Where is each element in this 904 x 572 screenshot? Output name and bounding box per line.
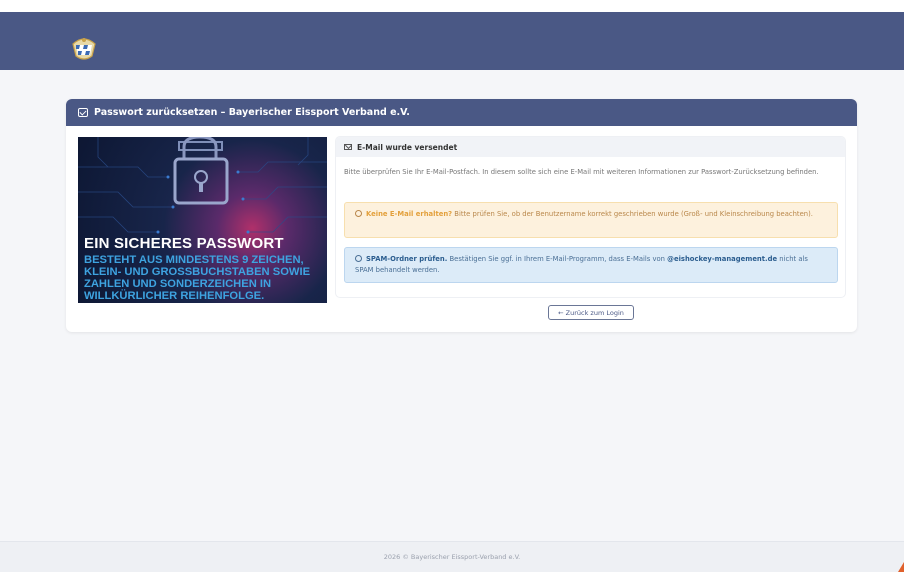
panel-title: E-Mail wurde versendet xyxy=(357,142,458,152)
panel-body-text: Bitte überprüfen Sie Ihr E-Mail-Postfach… xyxy=(344,168,819,176)
banner-subtitle: BESTEHT AUS MINDESTENS 9 ZEICHEN, KLEIN-… xyxy=(84,254,311,302)
back-to-login-button[interactable]: ← Zurück zum Login xyxy=(548,305,634,320)
warning-bold: Keine E-Mail erhalten? xyxy=(366,210,453,218)
envelope-icon xyxy=(78,108,88,117)
bavarian-crest-logo[interactable] xyxy=(70,34,98,62)
corner-marker xyxy=(898,562,904,572)
info-text-1: Bestätigen Sie ggf. in Ihrem E-Mail-Prog… xyxy=(449,255,665,263)
card-title: Passwort zurücksetzen – Bayerischer Eiss… xyxy=(94,107,410,118)
footer: 2026 © Bayerischer Eissport-Verband e.V. xyxy=(0,541,904,572)
info-domain: @eishockey-management.de xyxy=(667,255,778,263)
info-circle-icon xyxy=(355,255,362,262)
warning-alert: Keine E-Mail erhalten? Bitte prüfen Sie,… xyxy=(344,202,838,238)
mail-icon xyxy=(344,144,352,150)
card-header: Passwort zurücksetzen – Bayerischer Eiss… xyxy=(66,99,857,126)
password-tips-banner: EIN SICHERES PASSWORT BESTEHT AUS MINDES… xyxy=(78,137,327,303)
info-bold: SPAM-Ordner prüfen. xyxy=(366,255,448,263)
footer-copyright: 2026 © Bayerischer Eissport-Verband e.V. xyxy=(383,553,521,561)
panel-header: E-Mail wurde versendet xyxy=(336,137,845,157)
email-sent-panel: E-Mail wurde versendet Bitte überprüfen … xyxy=(336,137,845,297)
reset-password-card: Passwort zurücksetzen – Bayerischer Eiss… xyxy=(66,99,857,332)
top-navbar xyxy=(0,0,904,70)
warning-text: Bitte prüfen Sie, ob der Benutzername ko… xyxy=(454,210,813,218)
banner-title: EIN SICHERES PASSWORT xyxy=(84,235,284,252)
spam-info-alert: SPAM-Ordner prüfen. Bestätigen Sie ggf. … xyxy=(344,247,838,283)
info-circle-icon xyxy=(355,210,362,217)
